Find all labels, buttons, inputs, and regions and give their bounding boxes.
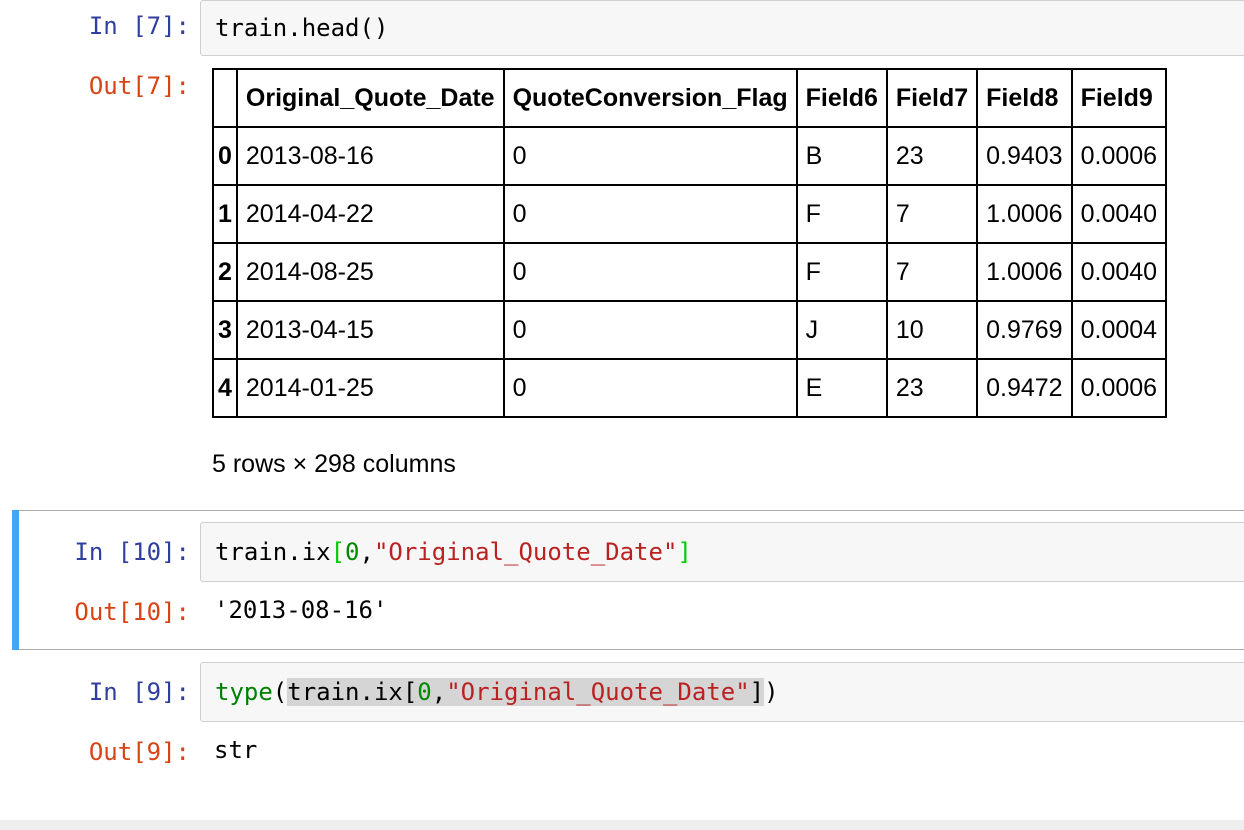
code-string: "Original_Quote_Date" bbox=[446, 678, 750, 706]
column-header: Field7 bbox=[885, 68, 979, 128]
table-header-row: Original_Quote_Date QuoteConversion_Flag F… bbox=[212, 68, 1168, 128]
input-prompt: In [10]: bbox=[74, 538, 190, 566]
table-cell: E bbox=[795, 358, 888, 418]
code-bracket: ] bbox=[677, 538, 692, 566]
code-number: 0 bbox=[345, 538, 360, 566]
code-variable: train.ix bbox=[215, 538, 331, 566]
row-index: 3 bbox=[212, 300, 238, 360]
column-header: Field9 bbox=[1070, 68, 1168, 128]
input-prompt: In [9]: bbox=[88, 678, 190, 706]
table-row: 4 2014-01-25 0 E 23 0.9472 0.0006 bbox=[212, 358, 1168, 418]
code-line: train.head() bbox=[215, 14, 389, 42]
column-header: Field8 bbox=[976, 68, 1073, 128]
dataframe-output: Original_Quote_Date QuoteConversion_Flag F… bbox=[212, 68, 1244, 418]
row-index: 2 bbox=[212, 242, 238, 302]
table-cell: 2013-08-16 bbox=[235, 126, 505, 186]
code-paren: ) bbox=[764, 678, 779, 706]
output-value: '2013-08-16' bbox=[214, 596, 388, 624]
code-comma: , bbox=[431, 678, 447, 706]
table-row: 0 2013-08-16 0 B 23 0.9403 0.0006 bbox=[212, 126, 1168, 186]
code-bracket: ] bbox=[749, 678, 765, 706]
input-prompt: In [7]: bbox=[88, 12, 190, 40]
code-keyword: type bbox=[215, 678, 273, 706]
row-index: 4 bbox=[212, 358, 238, 418]
code-line: type(train.ix[0,"Original_Quote_Date"]) bbox=[215, 663, 779, 721]
table-cell: 2013-04-15 bbox=[235, 300, 505, 360]
code-input-area[interactable]: type(train.ix[0,"Original_Quote_Date"]) bbox=[200, 662, 1244, 722]
row-index: 1 bbox=[212, 184, 238, 244]
dataframe-table: Original_Quote_Date QuoteConversion_Flag F… bbox=[212, 68, 1168, 418]
table-cell: 0.0040 bbox=[1070, 184, 1168, 244]
code-paren: ( bbox=[272, 678, 288, 706]
table-row: 3 2013-04-15 0 J 10 0.9769 0.0004 bbox=[212, 300, 1168, 360]
table-cell: 2014-01-25 bbox=[235, 358, 505, 418]
code-bracket: [ bbox=[330, 538, 346, 566]
table-cell: 23 bbox=[885, 358, 979, 418]
output-prompt: Out[10]: bbox=[74, 598, 190, 626]
column-header: QuoteConversion_Flag bbox=[502, 68, 798, 128]
code-highlight: train.ix[0,"Original_Quote_Date"] bbox=[287, 678, 765, 706]
code-number: 0 bbox=[417, 678, 432, 706]
table-cell: 0 bbox=[502, 184, 798, 244]
output-prompt: Out[9]: bbox=[88, 738, 190, 766]
code-string: "Original_Quote_Date" bbox=[373, 538, 678, 566]
table-cell: 1.0006 bbox=[976, 184, 1073, 244]
column-header: Original_Quote_Date bbox=[235, 68, 505, 128]
table-row: 1 2014-04-22 0 F 7 1.0006 0.0040 bbox=[212, 184, 1168, 244]
table-cell: 7 bbox=[885, 242, 979, 302]
code-line: train.ix[0, "Original_Quote_Date"] bbox=[215, 523, 692, 581]
table-cell: 0.9769 bbox=[976, 300, 1073, 360]
table-cell: 0 bbox=[502, 300, 798, 360]
row-index: 0 bbox=[212, 126, 238, 186]
notebook-bottom-edge bbox=[0, 820, 1244, 830]
table-cell: F bbox=[795, 242, 888, 302]
table-cell: 0.9403 bbox=[976, 126, 1073, 186]
table-cell: J bbox=[795, 300, 888, 360]
code-variable: train.ix[ bbox=[287, 678, 418, 706]
table-cell: 0 bbox=[502, 126, 798, 186]
column-header: Field6 bbox=[795, 68, 888, 128]
table-cell: 10 bbox=[885, 300, 979, 360]
table-cell: F bbox=[795, 184, 888, 244]
table-cell: 23 bbox=[885, 126, 979, 186]
table-cell: B bbox=[795, 126, 888, 186]
table-cell: 7 bbox=[885, 184, 979, 244]
table-cell: 0.0006 bbox=[1070, 358, 1168, 418]
dataframe-shape: 5 rows × 298 columns bbox=[212, 450, 456, 478]
table-cell: 0.0040 bbox=[1070, 242, 1168, 302]
selected-cell-indicator bbox=[12, 510, 19, 650]
table-cell: 1.0006 bbox=[976, 242, 1073, 302]
table-cell: 2014-08-25 bbox=[235, 242, 505, 302]
table-cell: 0 bbox=[502, 242, 798, 302]
code-input-area[interactable]: train.head() bbox=[200, 0, 1244, 56]
table-cell: 2014-04-22 bbox=[235, 184, 505, 244]
index-header bbox=[212, 68, 238, 128]
output-prompt: Out[7]: bbox=[88, 72, 190, 100]
table-row: 2 2014-08-25 0 F 7 1.0006 0.0040 bbox=[212, 242, 1168, 302]
output-value: str bbox=[214, 736, 258, 764]
code-input-area[interactable]: train.ix[0, "Original_Quote_Date"] bbox=[200, 522, 1244, 582]
table-cell: 0.0004 bbox=[1070, 300, 1168, 360]
code-comma: , bbox=[359, 538, 374, 566]
table-cell: 0.0006 bbox=[1070, 126, 1168, 186]
table-cell: 0.9472 bbox=[976, 358, 1073, 418]
table-cell: 0 bbox=[502, 358, 798, 418]
